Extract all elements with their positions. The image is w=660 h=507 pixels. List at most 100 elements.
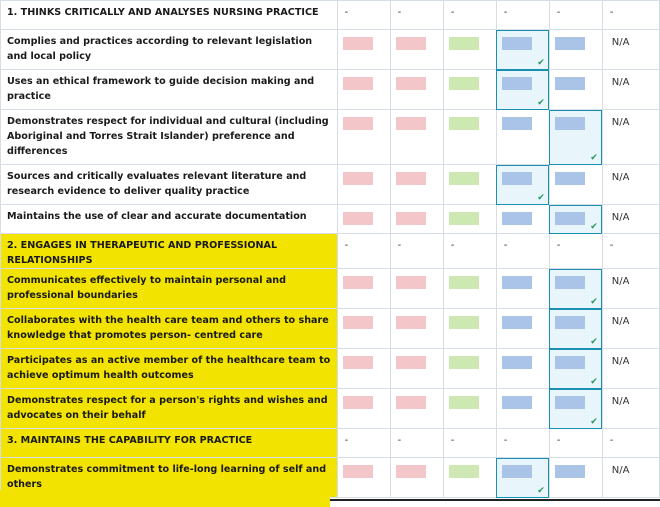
rating-option-5[interactable]: ✔ (548, 109, 603, 165)
rating-option-4[interactable] (495, 308, 550, 349)
rating-swatch (501, 77, 532, 90)
rating-swatch (395, 117, 426, 130)
section-cell-3: - (442, 0, 497, 30)
rating-option-3[interactable] (442, 204, 497, 234)
check-icon: ✔ (590, 222, 598, 232)
rating-option-4[interactable]: ✔ (495, 29, 550, 70)
rating-option-1[interactable] (336, 457, 391, 498)
rating-option-3[interactable] (442, 457, 497, 498)
rating-swatch (501, 276, 532, 289)
rating-option-1[interactable] (336, 164, 391, 205)
rating-swatch (554, 117, 585, 130)
rating-swatch (395, 77, 426, 90)
rating-option-4[interactable]: ✔ (495, 69, 550, 110)
rating-swatch (448, 77, 479, 90)
rating-option-3[interactable] (442, 348, 497, 389)
rating-swatch (554, 396, 585, 409)
rating-option-3[interactable] (442, 268, 497, 309)
rating-swatch (554, 37, 585, 50)
rating-swatch (342, 117, 373, 130)
criterion-label: Complies and practices according to rele… (0, 29, 338, 70)
rating-option-4[interactable] (495, 388, 550, 429)
rating-option-4[interactable] (495, 268, 550, 309)
rating-option-4[interactable]: ✔ (495, 457, 550, 498)
rating-swatch (342, 276, 373, 289)
rating-option-2[interactable] (389, 388, 444, 429)
rating-option-4[interactable]: ✔ (495, 164, 550, 205)
section-cell-2: - (389, 0, 444, 30)
na-option[interactable]: N/A (601, 69, 660, 110)
na-option[interactable]: N/A (601, 388, 660, 429)
na-label: N/A (611, 117, 630, 128)
rating-option-5[interactable]: ✔ (548, 348, 603, 389)
rating-option-2[interactable] (389, 457, 444, 498)
section-heading: 1. THINKS CRITICALLY AND ANALYSES NURSIN… (0, 0, 338, 30)
rating-option-5[interactable] (548, 457, 603, 498)
rating-swatch (501, 37, 532, 50)
rating-option-2[interactable] (389, 164, 444, 205)
rating-option-1[interactable] (336, 69, 391, 110)
na-option[interactable]: N/A (601, 109, 660, 165)
rating-option-1[interactable] (336, 29, 391, 70)
rating-option-3[interactable] (442, 388, 497, 429)
rating-option-1[interactable] (336, 348, 391, 389)
na-label: N/A (611, 77, 630, 88)
na-label: N/A (611, 212, 630, 223)
rating-swatch (448, 37, 479, 50)
rating-option-4[interactable] (495, 348, 550, 389)
rating-swatch (395, 172, 426, 185)
rating-option-2[interactable] (389, 348, 444, 389)
rating-option-4[interactable] (495, 109, 550, 165)
rating-option-1[interactable] (336, 268, 391, 309)
rating-option-1[interactable] (336, 308, 391, 349)
rating-swatch (554, 356, 585, 369)
rating-swatch (501, 396, 532, 409)
rating-option-5[interactable] (548, 29, 603, 70)
section-cell-3: - (442, 428, 497, 458)
criterion-row: Demonstrates respect for a person's righ… (0, 388, 660, 429)
na-option[interactable]: N/A (601, 204, 660, 234)
rating-option-5[interactable]: ✔ (548, 204, 603, 234)
na-option[interactable]: N/A (601, 348, 660, 389)
assessment-grid: 1. THINKS CRITICALLY AND ANALYSES NURSIN… (0, 0, 660, 498)
rating-option-1[interactable] (336, 109, 391, 165)
rating-swatch (342, 37, 373, 50)
rating-option-5[interactable]: ✔ (548, 388, 603, 429)
rating-option-3[interactable] (442, 164, 497, 205)
na-option[interactable]: N/A (601, 457, 660, 498)
section-cell-1: - (336, 0, 391, 30)
rating-option-2[interactable] (389, 29, 444, 70)
na-option[interactable]: N/A (601, 164, 660, 205)
rating-option-2[interactable] (389, 109, 444, 165)
na-label: N/A (611, 465, 630, 476)
rating-option-5[interactable] (548, 69, 603, 110)
rating-option-3[interactable] (442, 109, 497, 165)
criterion-label: Sources and critically evaluates relevan… (0, 164, 338, 205)
rating-swatch (395, 396, 426, 409)
rating-option-5[interactable] (548, 164, 603, 205)
rating-option-2[interactable] (389, 308, 444, 349)
rating-option-5[interactable]: ✔ (548, 268, 603, 309)
rating-option-1[interactable] (336, 388, 391, 429)
dash-text: - (609, 7, 614, 18)
rating-option-5[interactable]: ✔ (548, 308, 603, 349)
rating-option-3[interactable] (442, 308, 497, 349)
rating-swatch (448, 276, 479, 289)
rating-option-3[interactable] (442, 29, 497, 70)
na-option[interactable]: N/A (601, 268, 660, 309)
check-icon: ✔ (590, 337, 598, 347)
rating-swatch (501, 172, 532, 185)
rating-option-2[interactable] (389, 69, 444, 110)
dash-text: - (556, 435, 561, 446)
rating-option-1[interactable] (336, 204, 391, 234)
highlight-mark (0, 490, 330, 507)
na-option[interactable]: N/A (601, 308, 660, 349)
rating-option-3[interactable] (442, 69, 497, 110)
rating-swatch (448, 465, 479, 478)
rating-option-4[interactable] (495, 204, 550, 234)
rating-swatch (395, 356, 426, 369)
rating-option-2[interactable] (389, 268, 444, 309)
na-option[interactable]: N/A (601, 29, 660, 70)
rating-option-2[interactable] (389, 204, 444, 234)
rating-swatch (501, 356, 532, 369)
